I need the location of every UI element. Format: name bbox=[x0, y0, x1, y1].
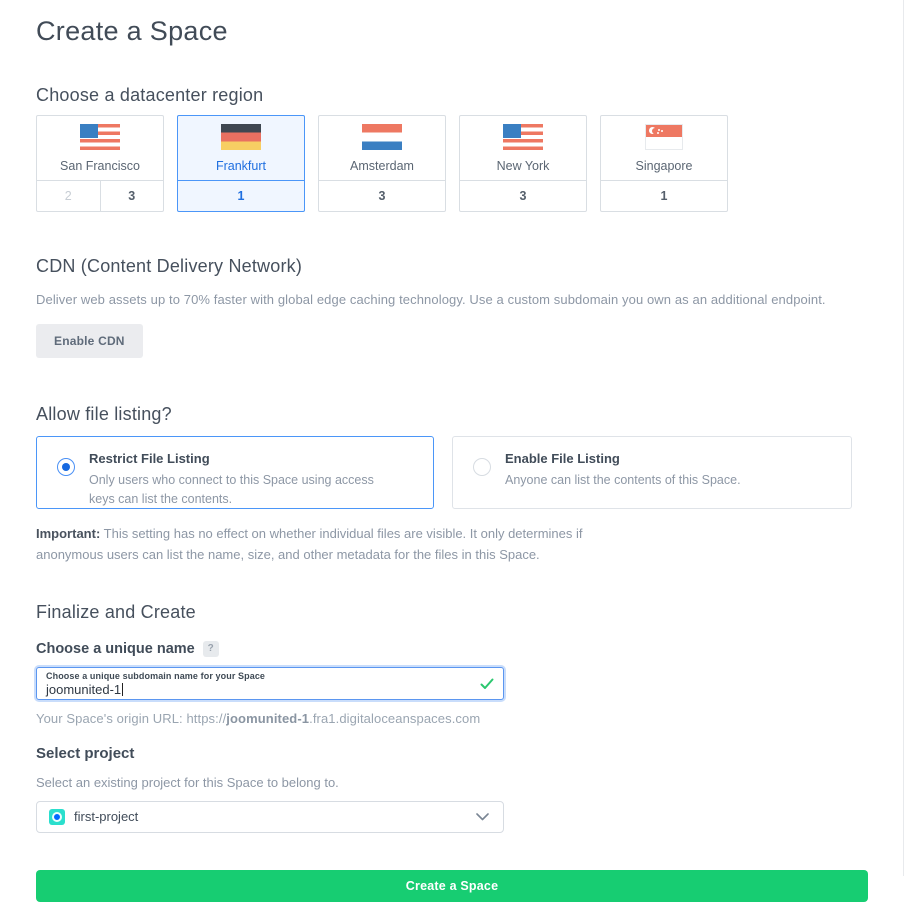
option-description: Only users who connect to this Space usi… bbox=[89, 471, 399, 510]
note-text: This setting has no effect on whether in… bbox=[36, 526, 583, 562]
unique-name-label: Choose a unique name bbox=[36, 641, 195, 657]
option-text: Restrict File Listing Only users who con… bbox=[89, 450, 399, 510]
chevron-down-icon bbox=[476, 813, 489, 821]
finalize-section: Finalize and Create Choose a unique name… bbox=[36, 602, 867, 902]
region-card-top: New York bbox=[460, 116, 586, 180]
text-cursor bbox=[122, 683, 123, 696]
space-name-input-label: Choose a unique subdomain name for your … bbox=[46, 671, 475, 681]
region-name: Singapore bbox=[636, 159, 693, 173]
region-card-amsterdam[interactable]: Amsterdam 3 bbox=[318, 115, 446, 212]
cdn-heading: CDN (Content Delivery Network) bbox=[36, 256, 867, 277]
nl-flag-icon bbox=[362, 124, 402, 150]
region-availability: 1 bbox=[601, 180, 727, 211]
enable-cdn-button[interactable]: Enable CDN bbox=[36, 324, 143, 358]
finalize-heading: Finalize and Create bbox=[36, 602, 867, 623]
us-flag-icon bbox=[80, 124, 120, 150]
page-title: Create a Space bbox=[36, 16, 867, 47]
region-card-top: Frankfurt bbox=[178, 116, 304, 180]
region-availability: 1 bbox=[178, 180, 304, 211]
cdn-section: CDN (Content Delivery Network) Deliver w… bbox=[36, 256, 867, 358]
origin-url-suffix: .fra1.digitaloceanspaces.com bbox=[309, 711, 480, 726]
option-description: Anyone can list the contents of this Spa… bbox=[505, 471, 741, 490]
region-card-top: Amsterdam bbox=[319, 116, 445, 180]
file-listing-section: Allow file listing? Restrict File Listin… bbox=[36, 404, 867, 566]
de-flag-icon bbox=[221, 124, 261, 150]
region-count-nyc3[interactable]: 3 bbox=[460, 181, 586, 211]
origin-url-subdomain: joomunited-1 bbox=[226, 711, 309, 726]
region-card-top: San Francisco bbox=[37, 116, 163, 180]
file-listing-note: Important: This setting has no effect on… bbox=[36, 523, 646, 566]
region-name: San Francisco bbox=[60, 159, 140, 173]
option-title: Restrict File Listing bbox=[89, 451, 399, 466]
region-card-list: San Francisco 2 3 Frankfurt 1 Amsterdam … bbox=[36, 115, 867, 212]
unique-name-label-row: Choose a unique name ? bbox=[36, 641, 867, 657]
select-project-description: Select an existing project for this Spac… bbox=[36, 775, 867, 790]
region-card-top: Singapore bbox=[601, 116, 727, 180]
valid-check-icon bbox=[480, 678, 494, 690]
region-card-san-francisco[interactable]: San Francisco 2 3 bbox=[36, 115, 164, 212]
region-card-frankfurt[interactable]: Frankfurt 1 bbox=[177, 115, 305, 212]
cdn-description: Deliver web assets up to 70% faster with… bbox=[36, 292, 867, 307]
region-count-sfo2[interactable]: 2 bbox=[37, 181, 100, 211]
origin-url: Your Space's origin URL: https://joomuni… bbox=[36, 711, 867, 726]
region-card-new-york[interactable]: New York 3 bbox=[459, 115, 587, 212]
space-name-value: joomunited-1 bbox=[46, 682, 121, 697]
create-space-page: Create a Space Choose a datacenter regio… bbox=[0, 0, 903, 902]
radio-checked-icon[interactable] bbox=[57, 458, 75, 476]
region-name: New York bbox=[497, 159, 550, 173]
region-name: Amsterdam bbox=[350, 159, 414, 173]
region-count-sgp1[interactable]: 1 bbox=[601, 181, 727, 211]
option-restrict-file-listing[interactable]: Restrict File Listing Only users who con… bbox=[36, 436, 434, 509]
radio-unchecked-icon[interactable] bbox=[473, 458, 491, 476]
space-name-value-line: joomunited-1 bbox=[46, 682, 475, 697]
region-availability: 3 bbox=[319, 180, 445, 211]
datacenter-heading: Choose a datacenter region bbox=[36, 85, 867, 106]
us-flag-icon bbox=[503, 124, 543, 150]
selected-project-name: first-project bbox=[74, 809, 476, 824]
region-count-sfo3[interactable]: 3 bbox=[100, 181, 164, 211]
space-name-input[interactable]: Choose a unique subdomain name for your … bbox=[36, 667, 504, 700]
project-icon bbox=[49, 809, 65, 825]
file-listing-options: Restrict File Listing Only users who con… bbox=[36, 436, 867, 509]
select-project-heading: Select project bbox=[36, 745, 867, 762]
create-space-button[interactable]: Create a Space bbox=[36, 870, 868, 902]
project-select-dropdown[interactable]: first-project bbox=[36, 801, 504, 833]
option-enable-file-listing[interactable]: Enable File Listing Anyone can list the … bbox=[452, 436, 852, 509]
origin-url-prefix: Your Space's origin URL: https:// bbox=[36, 711, 226, 726]
sg-flag-icon bbox=[645, 124, 683, 150]
region-name: Frankfurt bbox=[216, 159, 266, 173]
option-title: Enable File Listing bbox=[505, 451, 741, 466]
region-availability: 3 bbox=[460, 180, 586, 211]
file-listing-heading: Allow file listing? bbox=[36, 404, 867, 425]
help-icon[interactable]: ? bbox=[203, 641, 219, 657]
region-availability: 2 3 bbox=[37, 180, 163, 211]
region-count-ams3[interactable]: 3 bbox=[319, 181, 445, 211]
region-count-fra1[interactable]: 1 bbox=[178, 181, 304, 211]
note-label: Important: bbox=[36, 526, 100, 541]
option-text: Enable File Listing Anyone can list the … bbox=[505, 450, 741, 490]
region-card-singapore[interactable]: Singapore 1 bbox=[600, 115, 728, 212]
